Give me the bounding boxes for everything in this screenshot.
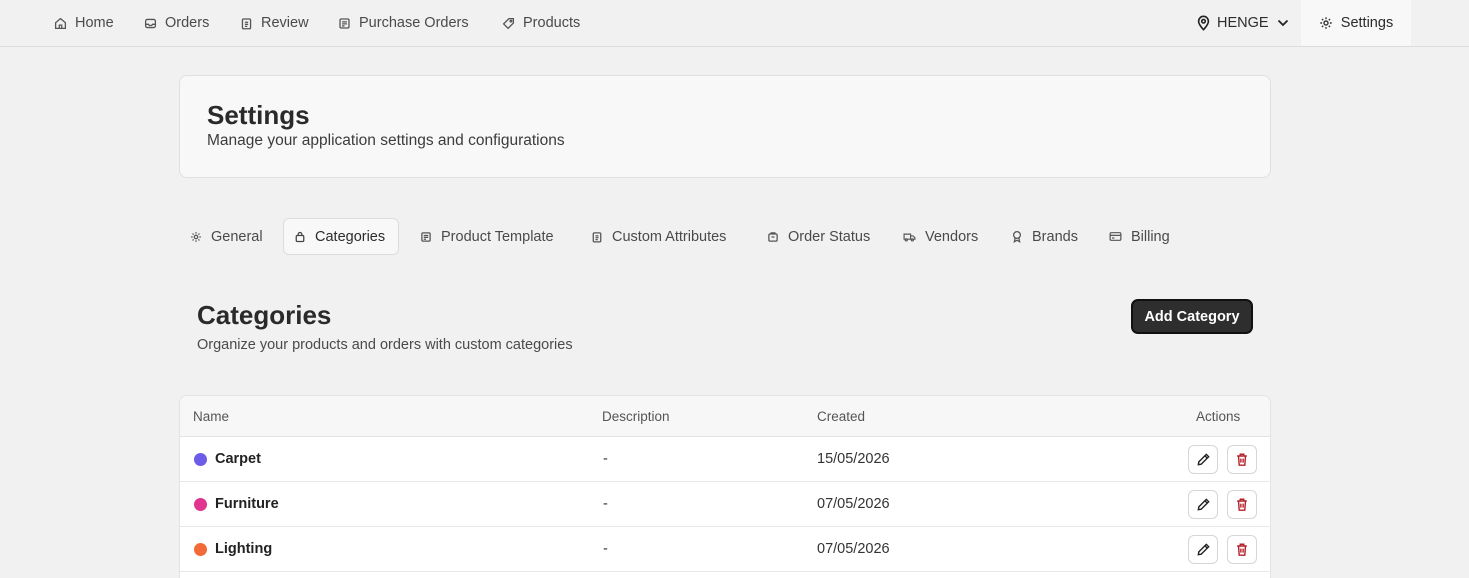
section-subtitle: Organize your products and orders with c… xyxy=(197,337,573,353)
category-created: 07/05/2026 xyxy=(817,541,890,557)
nav-settings[interactable]: Settings xyxy=(1301,0,1411,46)
settings-label: Settings xyxy=(1340,15,1394,31)
edit-button[interactable] xyxy=(1188,445,1218,474)
trash-icon xyxy=(1237,498,1247,511)
card-icon xyxy=(1109,232,1122,241)
column-header-name: Name xyxy=(193,409,230,424)
delete-button[interactable] xyxy=(1227,445,1257,474)
trash-icon xyxy=(1237,543,1247,556)
pencil-icon xyxy=(1196,498,1210,511)
gear-icon xyxy=(191,231,201,242)
tab-brands[interactable]: Brands xyxy=(1001,218,1088,255)
tab-custom-attributes-label: Custom Attributes xyxy=(612,228,727,245)
category-color-dot xyxy=(194,543,207,556)
tab-product-template[interactable]: Product Template xyxy=(410,218,564,255)
gear-icon xyxy=(1320,17,1332,29)
category-created: 15/05/2026 xyxy=(817,451,890,467)
nav-home[interactable]: Home xyxy=(54,0,114,46)
location-selector[interactable]: HENGE xyxy=(1196,0,1289,46)
nav-purchase-orders-label: Purchase Orders xyxy=(359,15,469,31)
category-name: Carpet xyxy=(215,451,261,467)
tab-vendors[interactable]: Vendors xyxy=(893,218,988,255)
badge-icon xyxy=(1012,230,1022,243)
tab-custom-attributes[interactable]: Custom Attributes xyxy=(581,218,736,255)
pencil-icon xyxy=(1196,543,1210,556)
category-description: - xyxy=(603,451,608,467)
truck-icon xyxy=(903,233,916,242)
tab-vendors-label: Vendors xyxy=(925,228,979,245)
template-icon xyxy=(421,231,431,242)
category-name: Furniture xyxy=(215,496,279,512)
section-title: Categories xyxy=(197,300,332,330)
column-header-description: Description xyxy=(602,409,670,424)
delete-button[interactable] xyxy=(1227,490,1257,519)
receipt-icon xyxy=(339,17,350,29)
nav-orders-label: Orders xyxy=(165,15,210,31)
category-name: Lighting xyxy=(215,541,273,557)
home-icon xyxy=(54,17,67,29)
delete-button[interactable] xyxy=(1227,535,1257,564)
tab-general[interactable]: General xyxy=(180,218,273,255)
nav-purchase-orders[interactable]: Purchase Orders xyxy=(338,0,469,46)
nav-orders[interactable]: Orders xyxy=(144,0,209,46)
tab-order-status-label: Order Status xyxy=(788,228,871,245)
page-subtitle: Manage your application settings and con… xyxy=(207,132,565,149)
clipboard-icon xyxy=(241,17,252,29)
category-description: - xyxy=(603,541,608,557)
tag-icon xyxy=(502,17,515,29)
edit-button[interactable] xyxy=(1188,535,1218,564)
tab-categories-label: Categories xyxy=(315,228,386,245)
map-pin-icon xyxy=(1197,15,1210,31)
category-color-dot xyxy=(194,498,207,511)
column-header-created: Created xyxy=(817,409,866,424)
tab-product-template-label: Product Template xyxy=(441,228,554,245)
location-label: HENGE xyxy=(1217,15,1269,31)
table-row: Carpet - 15/05/2026 xyxy=(180,437,1270,482)
bag-icon xyxy=(295,231,305,242)
nav-review[interactable]: Review xyxy=(240,0,309,46)
category-color-dot xyxy=(194,453,207,466)
column-header-actions: Actions xyxy=(1196,409,1241,424)
table-row: Furniture - 07/05/2026 xyxy=(180,482,1270,527)
table-row: Lighting - 07/05/2026 xyxy=(180,527,1270,572)
chevron-down-icon xyxy=(1277,19,1288,27)
nav-products-label: Products xyxy=(523,15,581,31)
categories-table: Name Description Created Actions Carpet … xyxy=(179,395,1271,578)
inbox-icon xyxy=(144,18,157,28)
package-icon xyxy=(768,231,778,242)
pencil-icon xyxy=(1196,453,1210,466)
add-category-button[interactable]: Add Category xyxy=(1131,299,1253,334)
category-created: 07/05/2026 xyxy=(817,496,890,512)
nav-review-label: Review xyxy=(261,15,309,31)
tab-order-status[interactable]: Order Status xyxy=(757,218,880,255)
tab-categories[interactable]: Categories xyxy=(283,218,399,255)
nav-products[interactable]: Products xyxy=(502,0,580,46)
clipboard-icon xyxy=(592,231,602,243)
category-description: - xyxy=(603,496,608,512)
page-title: Settings xyxy=(207,100,310,130)
top-navigation: Home Orders Review Purchase Orders Produ… xyxy=(0,0,1469,47)
tab-general-label: General xyxy=(211,228,263,245)
nav-home-label: Home xyxy=(75,15,114,31)
tab-brands-label: Brands xyxy=(1032,228,1078,245)
tab-billing[interactable]: Billing xyxy=(1099,218,1180,255)
table-header: Name Description Created Actions xyxy=(180,396,1270,437)
settings-header-card: Settings Manage your application setting… xyxy=(179,75,1271,178)
trash-icon xyxy=(1237,453,1247,466)
edit-button[interactable] xyxy=(1188,490,1218,519)
tab-billing-label: Billing xyxy=(1131,228,1170,245)
